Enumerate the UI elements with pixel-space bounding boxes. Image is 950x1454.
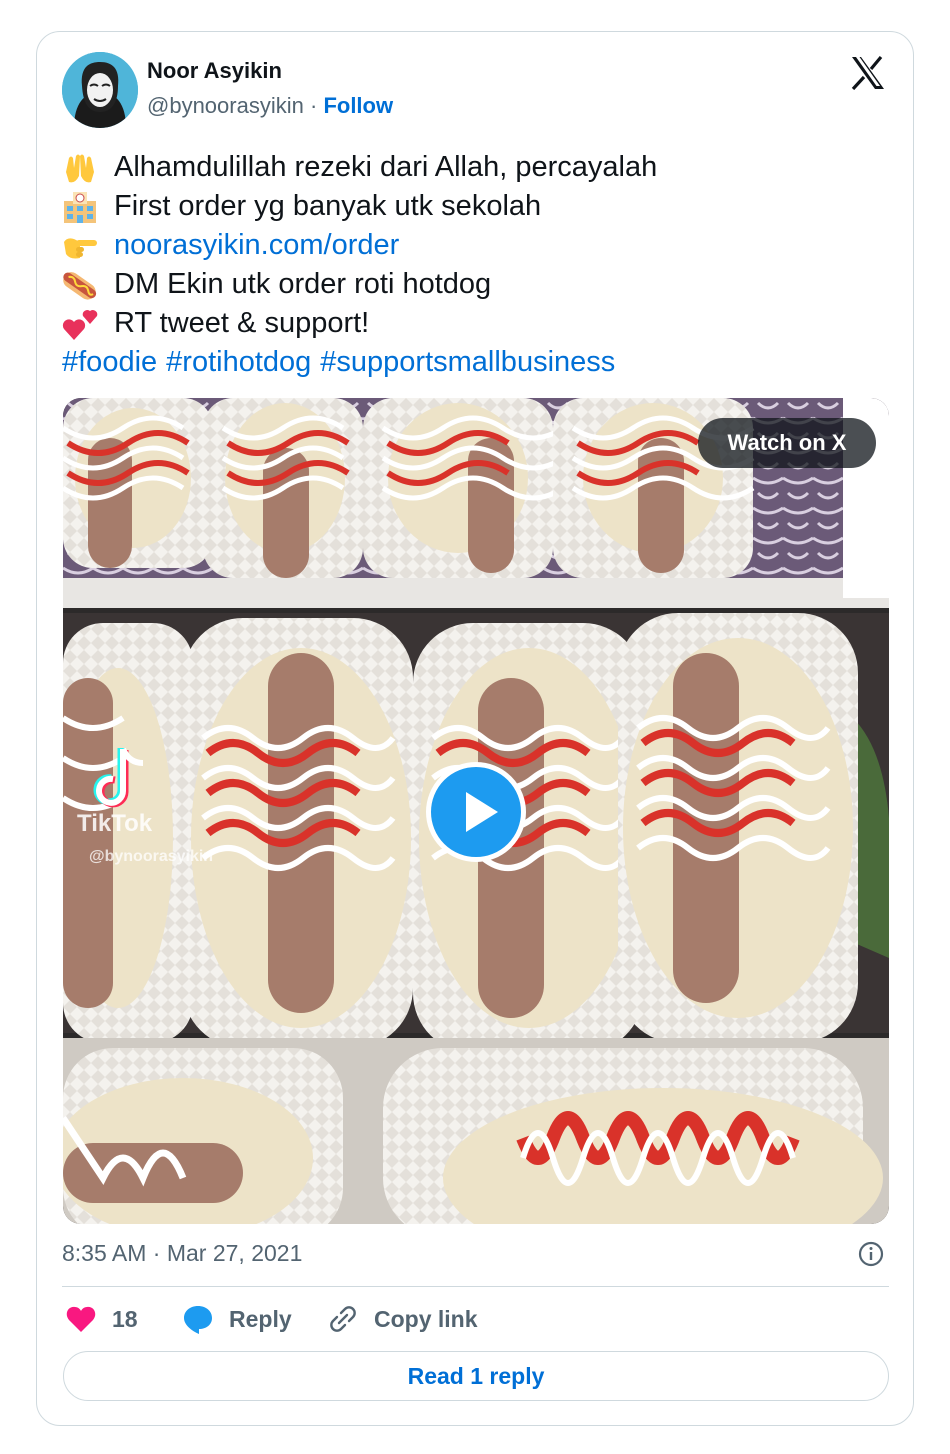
x-logo-icon[interactable]: [850, 56, 886, 90]
hashtag-line: #foodie #rotihotdog #supportsmallbusines…: [62, 343, 657, 382]
tweet-line: noorasyikin.com/order: [62, 226, 657, 265]
info-icon[interactable]: [858, 1241, 884, 1267]
handle-separator: ·: [309, 93, 318, 118]
hashtag-rotihotdog[interactable]: #rotihotdog: [166, 343, 311, 382]
copy-link-label: Copy link: [374, 1305, 478, 1332]
tweet-line: DM Ekin utk order roti hotdog: [62, 265, 657, 304]
watch-on-x-button[interactable]: Watch on X: [698, 418, 876, 468]
follow-button[interactable]: Follow: [323, 93, 393, 118]
author-avatar[interactable]: [62, 52, 138, 128]
reply-button[interactable]: Reply: [183, 1302, 292, 1336]
tweet-line: RT tweet & support!: [62, 304, 657, 343]
play-icon: [466, 792, 498, 832]
link-icon: [330, 1306, 356, 1332]
author-name[interactable]: Noor Asyikin: [147, 58, 282, 84]
tweet-text: Alhamdulillah rezeki dari Allah, percaya…: [62, 148, 657, 382]
tweet-line-2: First order yg banyak utk sekolah: [114, 190, 542, 222]
reply-label: Reply: [229, 1305, 292, 1332]
tweet-line: Alhamdulillah rezeki dari Allah, percaya…: [62, 148, 657, 187]
tweet-line-1: Alhamdulillah rezeki dari Allah, percaya…: [114, 151, 658, 183]
tweet-line: First order yg banyak utk sekolah: [62, 187, 657, 226]
divider: [62, 1286, 889, 1287]
tweet-line-5: RT tweet & support!: [114, 307, 370, 339]
school-icon: [62, 191, 106, 223]
author-handle[interactable]: @bynoorasyikin: [147, 93, 304, 118]
raised-hands-icon: [62, 152, 106, 184]
tweet-timestamp[interactable]: 8:35 AM · Mar 27, 2021: [62, 1240, 302, 1267]
author-handle-row: @bynoorasyikin · Follow: [147, 93, 393, 119]
reply-icon: [184, 1306, 212, 1334]
order-link[interactable]: noorasyikin.com/order: [114, 226, 399, 265]
play-button[interactable]: [426, 762, 526, 862]
tiktok-watermark-brand: TikTok: [77, 810, 153, 837]
heart-icon: [66, 1306, 96, 1332]
hashtag-foodie[interactable]: #foodie: [62, 343, 157, 382]
like-count: 18: [112, 1305, 138, 1332]
two-hearts-icon: [62, 308, 106, 340]
tweet-line-4: DM Ekin utk order roti hotdog: [114, 268, 492, 300]
hotdog-icon: [62, 269, 106, 301]
read-replies-button[interactable]: Read 1 reply: [63, 1351, 889, 1401]
hashtag-supportsmallbusiness[interactable]: #supportsmallbusiness: [320, 343, 615, 382]
like-button[interactable]: 18: [66, 1302, 138, 1336]
pointing-right-icon: [62, 230, 106, 262]
tiktok-watermark-handle: @bynoorasyikin: [89, 848, 214, 865]
copy-link-button[interactable]: Copy link: [328, 1302, 478, 1336]
